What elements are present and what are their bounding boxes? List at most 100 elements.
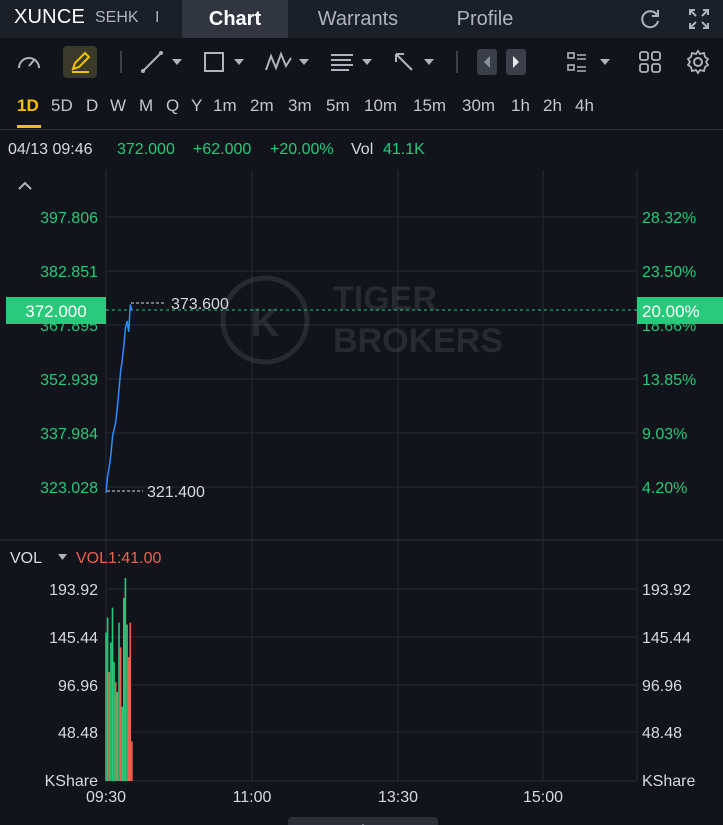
vol-tick-right: 145.44: [642, 630, 691, 647]
indicator-list-icon[interactable]: [564, 46, 614, 78]
period-y[interactable]: Y: [191, 96, 202, 116]
period-1h[interactable]: 1h: [511, 96, 530, 116]
draw-mode-button[interactable]: [63, 46, 97, 78]
price-series: [105, 304, 133, 493]
volume-bar: [124, 578, 127, 781]
volume-bar: [111, 607, 114, 781]
period-2h[interactable]: 2h: [543, 96, 562, 116]
volume-bar: [106, 617, 109, 781]
watermark-line-2: BROKERS: [333, 322, 503, 360]
pct-tick: 13.85%: [642, 372, 696, 389]
y-tick: 382.851: [40, 264, 98, 281]
vol-pane-title: VOL: [10, 550, 42, 567]
x-tick: 13:30: [378, 789, 418, 806]
header-separator: I: [155, 9, 160, 26]
arrow-tool-icon[interactable]: [390, 46, 438, 78]
speedometer-icon[interactable]: [14, 46, 44, 78]
volume-bar: [127, 657, 130, 781]
volume-bar: [129, 622, 132, 781]
quote-vol-label: Vol: [351, 141, 374, 158]
volume-bar: [121, 706, 123, 781]
tab-warrants[interactable]: Warrants: [300, 0, 416, 38]
pattern-tool-icon[interactable]: [263, 46, 313, 78]
tab-chart[interactable]: Chart: [182, 0, 288, 38]
volume-bar: [116, 691, 119, 781]
last-price-badge: 372.000: [6, 297, 106, 324]
toolbar-divider: [120, 51, 122, 73]
drawing-toolbar: [0, 38, 723, 85]
period-30m[interactable]: 30m: [462, 96, 495, 116]
volume-bar: [118, 622, 120, 781]
period-10m[interactable]: 10m: [364, 96, 397, 116]
period-d[interactable]: D: [86, 96, 98, 116]
vol-tick: 48.48: [58, 725, 98, 742]
rectangle-tool-icon[interactable]: [200, 46, 248, 78]
volume-bar: [131, 741, 133, 781]
period-1m[interactable]: 1m: [213, 96, 237, 116]
pct-tick: 9.03%: [642, 426, 687, 443]
intraday-chart[interactable]: K TIGER BROKERS 397.806 382.851 367.895 …: [0, 170, 723, 817]
watermark-line-1: TIGER: [333, 280, 437, 318]
y-tick: 323.028: [40, 480, 98, 497]
quote-change: +62.000: [193, 141, 252, 158]
last-pct-badge-text: 20.00%: [642, 302, 700, 321]
period-3m[interactable]: 3m: [288, 96, 312, 116]
period-5d[interactable]: 5D: [51, 96, 73, 116]
period-2m[interactable]: 2m: [250, 96, 274, 116]
scroll-right-button[interactable]: [506, 49, 526, 75]
collapse-chevron-icon[interactable]: [18, 181, 32, 190]
pct-tick: 28.32%: [642, 210, 696, 227]
y-tick: 352.939: [40, 372, 98, 389]
time-axis: 09:30 11:00 13:30 15:00: [86, 789, 563, 806]
vol-tick: 96.96: [58, 678, 98, 695]
vol-tick-right: 96.96: [642, 678, 682, 695]
volume-bar: [119, 647, 122, 781]
volume-axis: 193.92 145.44 96.96 48.48 KShare 193.92 …: [45, 582, 696, 790]
vol-dropdown-icon[interactable]: [58, 554, 67, 560]
period-4h[interactable]: 4h: [575, 96, 594, 116]
x-tick: 09:30: [86, 789, 126, 806]
high-marker: 373.600: [131, 296, 229, 313]
x-tick: 15:00: [523, 789, 563, 806]
grid-layout-icon[interactable]: [636, 46, 664, 78]
fibonacci-tool-icon[interactable]: [328, 46, 376, 78]
quote-bar: 04/13 09:46 372.000 +62.000 +20.00% Vol …: [0, 131, 723, 169]
period-m[interactable]: M: [139, 96, 153, 116]
volume-bar: [110, 642, 112, 781]
volume-bars: [105, 578, 133, 781]
period-1d[interactable]: 1D: [17, 96, 39, 116]
vol-unit: KShare: [45, 773, 98, 790]
refresh-icon[interactable]: [637, 6, 663, 32]
high-label: 373.600: [171, 296, 229, 313]
vol-unit-right: KShare: [642, 773, 695, 790]
svg-text:K: K: [251, 301, 280, 345]
price-line: [105, 304, 133, 493]
period-w[interactable]: W: [110, 96, 126, 116]
fullscreen-icon[interactable]: [686, 6, 712, 32]
x-tick: 11:00: [233, 789, 272, 806]
scroll-left-button[interactable]: [477, 49, 497, 75]
toolbar-divider-2: [456, 51, 458, 73]
vol-tick: 145.44: [49, 630, 98, 647]
line-tool-icon[interactable]: [138, 46, 186, 78]
quote-price: 372.000: [117, 141, 175, 158]
vol-legend: VOL1:41.00: [76, 550, 162, 567]
pct-tick: 4.20%: [642, 480, 687, 497]
vol-tick-right: 193.92: [642, 582, 691, 599]
top-header: XUNCE SEHK I Chart Warrants Profile: [0, 0, 723, 38]
pct-tick: 23.50%: [642, 264, 696, 281]
settings-icon[interactable]: [684, 46, 712, 78]
scroll-right-icon: [513, 56, 519, 68]
period-15m[interactable]: 15m: [413, 96, 446, 116]
volume-bar: [113, 662, 115, 781]
low-label: 321.400: [147, 484, 205, 501]
y-tick: 397.806: [40, 210, 98, 227]
bottom-scroll-handle[interactable]: [288, 817, 438, 825]
volume-bar: [114, 682, 117, 781]
period-q[interactable]: Q: [166, 96, 179, 116]
stock-symbol: XUNCE: [14, 6, 86, 28]
volume-bar: [105, 632, 107, 781]
tab-profile[interactable]: Profile: [440, 0, 530, 38]
period-5m[interactable]: 5m: [326, 96, 350, 116]
last-price-badge-text: 372.000: [25, 302, 86, 321]
